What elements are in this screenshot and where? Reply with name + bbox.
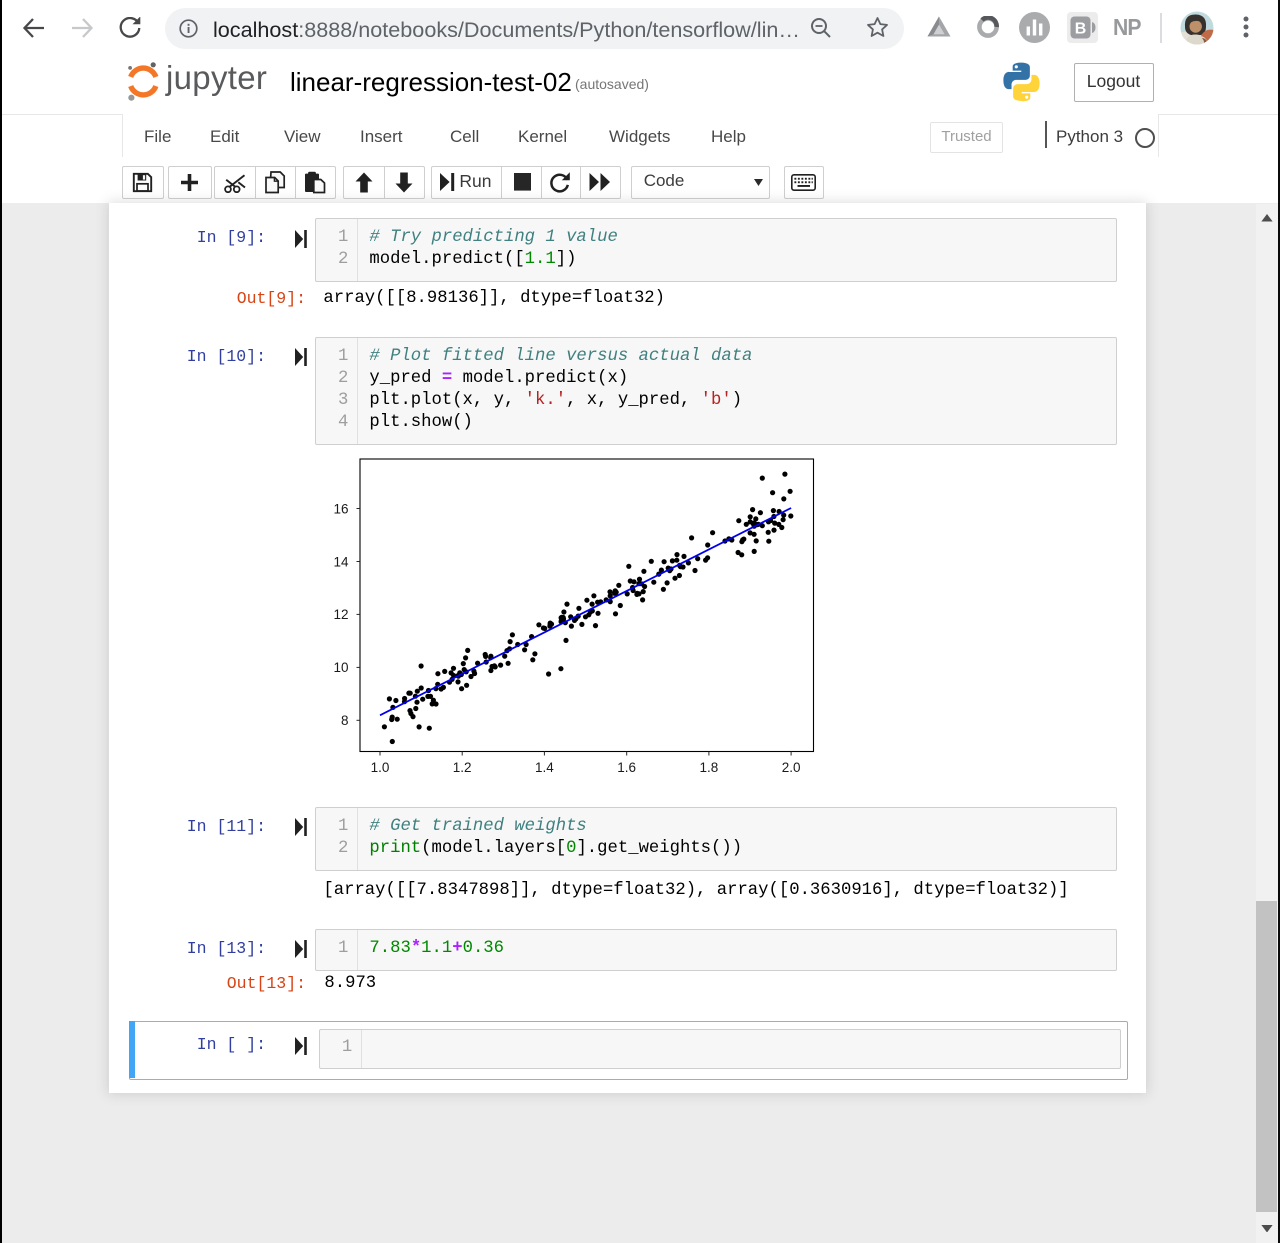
- svg-text:8: 8: [341, 713, 349, 728]
- svg-text:B: B: [1075, 21, 1087, 38]
- svg-text:1.2: 1.2: [453, 760, 472, 775]
- svg-text:1.0: 1.0: [371, 760, 390, 775]
- svg-text:2.0: 2.0: [782, 760, 801, 775]
- svg-text:14: 14: [333, 554, 349, 569]
- svg-text:12: 12: [333, 607, 348, 622]
- svg-text:1.4: 1.4: [535, 760, 554, 775]
- svg-text:1.8: 1.8: [700, 760, 719, 775]
- svg-text:16: 16: [333, 501, 348, 516]
- svg-text:1.6: 1.6: [617, 760, 636, 775]
- svg-text:10: 10: [333, 660, 348, 675]
